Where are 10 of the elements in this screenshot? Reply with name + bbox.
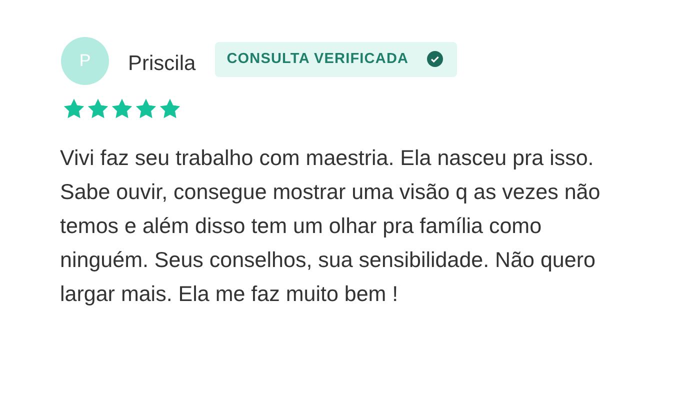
star-icon [134, 97, 158, 121]
star-icon [158, 97, 182, 121]
review-text: Vivi faz seu trabalho com maestria. Ela nasceu pra isso. Sabe ouvir, consegue mostrar uma visão q as vezes não temos e além disso tem um olhar pra família como ninguém. Seus conselhos, sua sensibilidade. Não quero largar mais. Ela me faz muito bem ! [60, 145, 602, 308]
check-circle-icon [426, 51, 443, 67]
verified-badge: CONSULTA VERIFICADA [214, 42, 457, 76]
star-icon [62, 97, 86, 121]
avatar: P [61, 37, 109, 85]
author-name: Priscila [128, 52, 196, 76]
star-icon [86, 97, 110, 121]
star-icon [110, 97, 134, 121]
